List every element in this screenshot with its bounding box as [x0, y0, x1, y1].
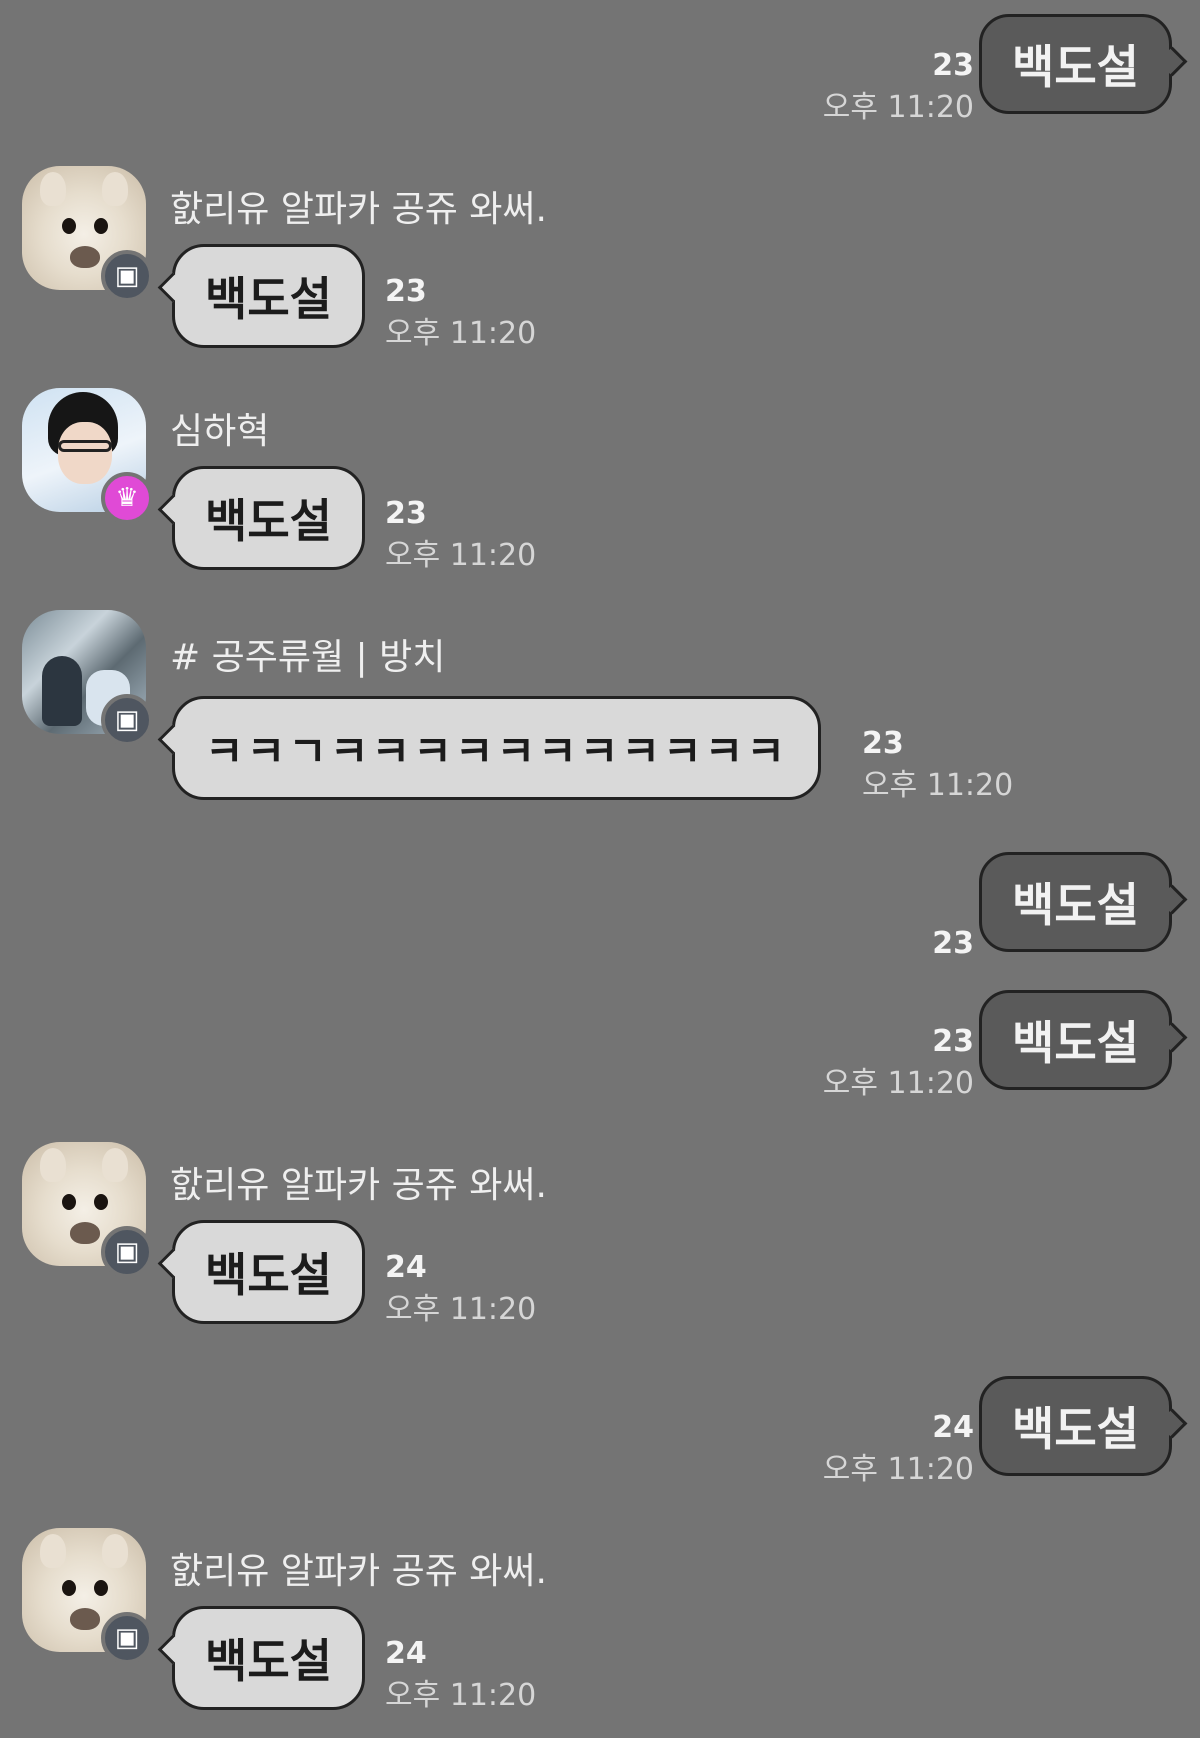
message-bubble[interactable]: 백도설 — [172, 1606, 365, 1710]
message-meta: 24 오후 11:20 — [823, 1408, 974, 1492]
unread-count: 23 — [932, 1024, 974, 1059]
crown-badge-icon: ♛ — [101, 472, 153, 524]
sender-name: # 공주류월 | 방치 — [170, 637, 446, 678]
message-bubble[interactable]: 백도설 — [979, 852, 1172, 952]
sender-name: 핤리유 알파카 공쥬 와써. — [170, 1165, 547, 1206]
unread-count: 23 — [385, 274, 427, 309]
message-time: 오후 11:20 — [822, 1452, 974, 1487]
unread-count: 23 — [932, 48, 974, 83]
chat-log[interactable]: 23 오후 11:20 백도설 ▣ 핤리유 알파카 공쥬 와써. 백도설 23 … — [0, 0, 1200, 1738]
message-meta: 24 오후 11:20 — [385, 1634, 536, 1718]
sender-name: 핤리유 알파카 공쥬 와써. — [170, 189, 547, 230]
open-chat-badge-icon: ▣ — [101, 1226, 153, 1278]
message-meta: 24 오후 11:20 — [385, 1248, 536, 1332]
message-meta: 23 오후 11:20 — [385, 494, 536, 578]
message-meta: 23 오후 11:20 — [823, 1022, 974, 1106]
message-time: 오후 11:20 — [822, 1066, 974, 1101]
message-bubble[interactable]: 백도설 — [172, 244, 365, 348]
message-time: 오후 11:20 — [385, 316, 537, 351]
unread-count: 23 — [932, 926, 974, 961]
message-time: 오후 11:20 — [385, 1678, 537, 1713]
message-meta: 23 오후 11:20 — [862, 724, 1013, 808]
message-bubble[interactable]: 백도설 — [979, 14, 1172, 114]
message-bubble[interactable]: 백도설 — [172, 466, 365, 570]
open-chat-badge-icon: ▣ — [101, 1612, 153, 1664]
open-chat-badge-icon: ▣ — [101, 694, 153, 746]
message-bubble[interactable]: 백도설 — [172, 1220, 365, 1324]
message-meta: 23 오후 11:20 — [823, 46, 974, 130]
message-bubble[interactable]: 백도설 — [979, 1376, 1172, 1476]
unread-count: 24 — [385, 1636, 427, 1671]
message-time: 오후 11:20 — [385, 538, 537, 573]
sender-name: 핤리유 알파카 공쥬 와써. — [170, 1551, 547, 1592]
message-bubble[interactable]: ㅋㅋㄱㅋㅋㅋㅋㅋㅋㅋㅋㅋㅋㅋ — [172, 696, 821, 800]
message-meta: 23 오후 11:20 — [385, 272, 536, 356]
unread-count: 23 — [862, 726, 904, 761]
unread-count: 24 — [932, 1410, 974, 1445]
unread-count: 24 — [385, 1250, 427, 1285]
message-time: 오후 11:20 — [862, 768, 1014, 803]
message-time: 오후 11:20 — [822, 90, 974, 125]
message-bubble[interactable]: 백도설 — [979, 990, 1172, 1090]
sender-name: 심하혁 — [170, 411, 270, 452]
message-meta: 23 — [932, 924, 974, 964]
message-time: 오후 11:20 — [385, 1292, 537, 1327]
open-chat-badge-icon: ▣ — [101, 250, 153, 302]
unread-count: 23 — [385, 496, 427, 531]
